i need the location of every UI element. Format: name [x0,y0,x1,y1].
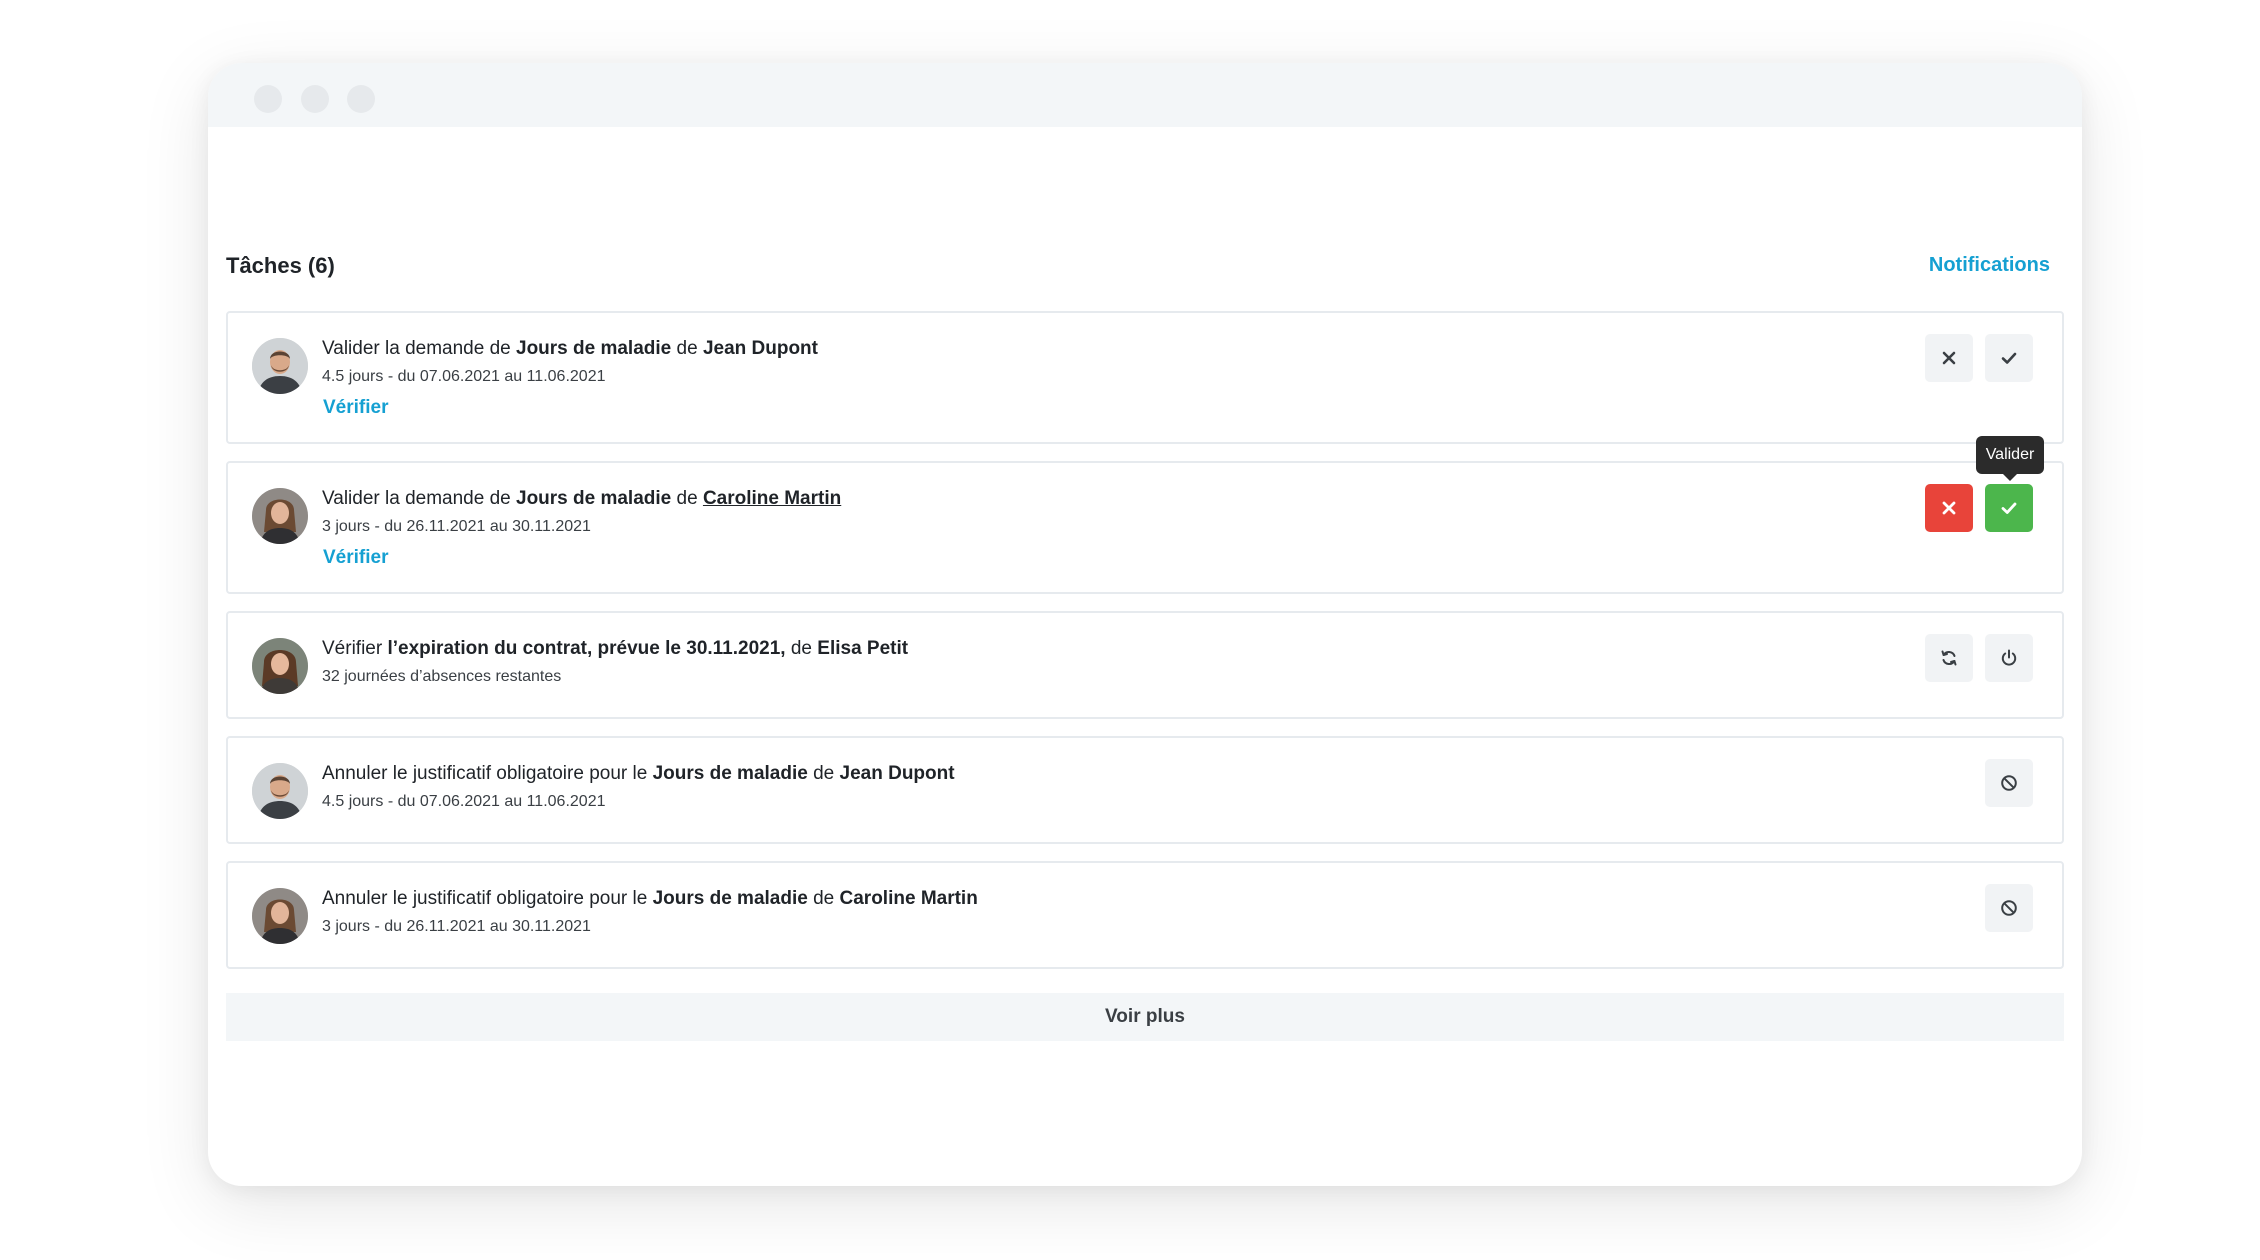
task-details: 4.5 jours - du 07.06.2021 au 11.06.2021 [322,793,606,810]
approve-tooltip: Valider [1976,436,2044,481]
verify-link[interactable]: Vérifier [323,547,388,569]
approve-button[interactable] [1985,334,2033,382]
task-prefix: Annuler le justificatif obligatoire pour… [322,763,653,784]
task-type: Jours de maladie [516,338,672,359]
window-titlebar [208,63,2082,127]
task-type: Jours de maladie [652,763,808,784]
approve-button[interactable] [1985,484,2033,532]
ban-icon [2001,900,2017,916]
avatar-jean-dupont [252,763,308,819]
task-card: Annuler le justificatif obligatoire pour… [226,736,2064,844]
close-icon [1942,351,1956,365]
task-title: Valider la demande de Jours de maladie d… [322,488,841,510]
task-details: 3 jours - du 26.11.2021 au 30.11.2021 [322,918,591,935]
check-icon [2001,352,2017,364]
task-prefix: Valider la demande de [322,338,516,359]
task-title: Valider la demande de Jours de maladie d… [322,338,818,360]
task-mid: de [671,488,703,509]
see-more-button[interactable]: Voir plus [226,993,2064,1041]
task-prefix: Valider la demande de [322,488,516,509]
renew-contract-button[interactable] [1925,634,1973,682]
task-mid: de [807,763,840,784]
avatar-caroline-martin [252,488,308,544]
task-card: Annuler le justificatif obligatoire pour… [226,861,2064,969]
task-type: Jours de maladie [516,488,672,509]
task-title: Annuler le justificatif obligatoire pour… [322,888,978,910]
reject-button[interactable] [1925,484,1973,532]
app-window: Tâches (6) Notifications Valider la dema… [208,63,2082,1186]
window-minimize-dot[interactable] [301,85,329,113]
window-close-dot[interactable] [254,85,282,113]
cancel-requirement-button[interactable] [1985,884,2033,932]
avatar-caroline-martin [252,888,308,944]
tasks-title: Tâches (6) [226,253,335,278]
task-mid: de [785,638,818,659]
window-maximize-dot[interactable] [347,85,375,113]
task-card: Vérifier l’expiration du contrat, prévue… [226,611,2064,719]
cancel-requirement-button[interactable] [1985,759,2033,807]
avatar-jean-dupont [252,338,308,394]
notifications-link[interactable]: Notifications [1929,254,2050,277]
task-person: Jean Dupont [839,763,955,784]
refresh-icon [1941,650,1957,666]
terminate-contract-button[interactable] [1985,634,2033,682]
task-title: Annuler le justificatif obligatoire pour… [322,763,955,785]
avatar-elisa-petit [252,638,308,694]
verify-link[interactable]: Vérifier [323,397,388,419]
task-details: 4.5 jours - du 07.06.2021 au 11.06.2021 [322,368,606,385]
task-person: Jean Dupont [702,338,818,359]
task-details: 32 journées d’absences restantes [322,668,562,685]
task-card: Valider la demande de Jours de maladie d… [226,311,2064,444]
task-type: Jours de maladie [652,888,808,909]
close-icon [1942,501,1956,515]
task-prefix: Annuler le justificatif obligatoire pour… [322,888,653,909]
task-mid: de [807,888,840,909]
task-prefix: Vérifier [322,638,388,659]
task-details: 3 jours - du 26.11.2021 au 30.11.2021 [322,518,591,535]
task-person-link[interactable]: Caroline Martin [703,488,841,509]
task-card: Valider la demande de Jours de maladie d… [226,461,2064,594]
task-person: Elisa Petit [817,638,909,659]
check-icon [2001,502,2017,514]
ban-icon [2001,775,2017,791]
task-person: Caroline Martin [839,888,978,909]
task-mid: de [671,338,703,359]
power-icon [2001,649,2017,666]
task-type: l’expiration du contrat, prévue le 30.11… [387,638,786,659]
reject-button[interactable] [1925,334,1973,382]
task-title: Vérifier l’expiration du contrat, prévue… [322,638,908,660]
